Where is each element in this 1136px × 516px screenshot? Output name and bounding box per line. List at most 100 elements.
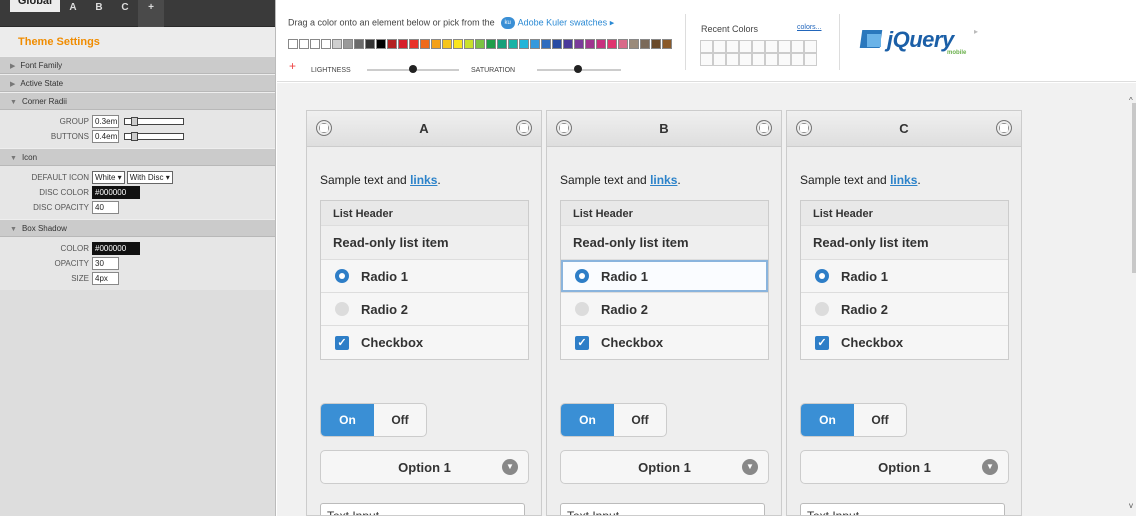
- color-swatch[interactable]: [420, 39, 430, 49]
- recent-color-slot[interactable]: [726, 53, 739, 66]
- color-swatch[interactable]: [453, 39, 463, 49]
- grid-icon[interactable]: [516, 120, 532, 136]
- text-input[interactable]: Text Input: [800, 503, 1005, 515]
- scroll-down-arrow-icon[interactable]: v: [1129, 501, 1133, 510]
- color-swatch[interactable]: [288, 39, 298, 49]
- color-swatch[interactable]: [321, 39, 331, 49]
- kuler-swatches-link[interactable]: Adobe Kuler swatches ▸: [518, 17, 615, 27]
- shadow-size-input[interactable]: 4px: [92, 272, 119, 285]
- color-swatch[interactable]: [486, 39, 496, 49]
- sample-link[interactable]: links: [650, 173, 677, 187]
- checkbox-item[interactable]: ✓ Checkbox: [801, 326, 1008, 359]
- flip-on-option[interactable]: On: [561, 404, 614, 436]
- recent-color-slot[interactable]: [739, 53, 752, 66]
- shadow-color-input[interactable]: #000000: [92, 242, 140, 255]
- recent-color-slot[interactable]: [752, 40, 765, 53]
- color-swatch[interactable]: [387, 39, 397, 49]
- recent-color-slot[interactable]: [778, 53, 791, 66]
- colors-link[interactable]: colors...: [797, 24, 822, 31]
- text-input[interactable]: Text Input: [320, 503, 525, 515]
- tab-global[interactable]: Global: [10, 0, 60, 12]
- radio-1-item[interactable]: Radio 1: [801, 260, 1008, 293]
- recent-color-slot[interactable]: [713, 40, 726, 53]
- flip-off-option[interactable]: Off: [614, 404, 666, 436]
- color-swatch[interactable]: [409, 39, 419, 49]
- flip-switch[interactable]: On Off: [800, 403, 907, 437]
- color-swatch[interactable]: [365, 39, 375, 49]
- color-swatch[interactable]: [508, 39, 518, 49]
- radio-1-item[interactable]: Radio 1: [561, 260, 768, 293]
- flip-off-option[interactable]: Off: [854, 404, 906, 436]
- recent-color-slot[interactable]: [739, 40, 752, 53]
- saturation-slider-handle[interactable]: [574, 65, 582, 73]
- radio-2-item[interactable]: Radio 2: [321, 293, 528, 326]
- option-select[interactable]: Option 1 ▼: [320, 450, 529, 484]
- disc-color-input[interactable]: #000000: [92, 186, 140, 199]
- recent-color-slot[interactable]: [726, 40, 739, 53]
- color-swatch[interactable]: [310, 39, 320, 49]
- color-swatch[interactable]: [398, 39, 408, 49]
- color-swatch[interactable]: [640, 39, 650, 49]
- recent-color-slot[interactable]: [713, 53, 726, 66]
- checkbox-item[interactable]: ✓ Checkbox: [321, 326, 528, 359]
- color-swatch[interactable]: [618, 39, 628, 49]
- tab-c[interactable]: C: [112, 0, 138, 27]
- tab-b[interactable]: B: [86, 0, 112, 27]
- recent-color-slot[interactable]: [791, 40, 804, 53]
- scrollbar-thumb[interactable]: [1132, 103, 1136, 273]
- color-swatch[interactable]: [530, 39, 540, 49]
- color-swatch[interactable]: [596, 39, 606, 49]
- color-swatch[interactable]: [354, 39, 364, 49]
- color-swatch[interactable]: [651, 39, 661, 49]
- recent-color-slot[interactable]: [804, 53, 817, 66]
- color-swatch[interactable]: [552, 39, 562, 49]
- sample-link[interactable]: links: [890, 173, 917, 187]
- buttons-radius-slider[interactable]: [124, 132, 184, 141]
- recent-color-slot[interactable]: [752, 53, 765, 66]
- recent-color-slot[interactable]: [765, 40, 778, 53]
- section-corner-radii[interactable]: ▼ Corner Radii: [0, 92, 275, 110]
- flip-switch[interactable]: On Off: [560, 403, 667, 437]
- option-select[interactable]: Option 1 ▼: [800, 450, 1009, 484]
- recent-color-slot[interactable]: [778, 40, 791, 53]
- color-swatch[interactable]: [574, 39, 584, 49]
- buttons-radius-input[interactable]: 0.4em: [92, 130, 119, 143]
- slider-handle[interactable]: [131, 117, 138, 126]
- tab-add[interactable]: +: [138, 0, 164, 27]
- radio-2-item[interactable]: Radio 2: [561, 293, 768, 326]
- recent-color-slot[interactable]: [700, 53, 713, 66]
- icon-disc-select[interactable]: With Disc ▾: [126, 171, 173, 184]
- color-swatch[interactable]: [299, 39, 309, 49]
- radio-2-item[interactable]: Radio 2: [801, 293, 1008, 326]
- option-select[interactable]: Option 1 ▼: [560, 450, 769, 484]
- recent-color-slot[interactable]: [700, 40, 713, 53]
- section-font-family[interactable]: ▶ Font Family: [0, 56, 275, 74]
- group-radius-slider[interactable]: [124, 117, 184, 126]
- section-box-shadow[interactable]: ▼ Box Shadow: [0, 219, 275, 237]
- color-swatch[interactable]: [662, 39, 672, 49]
- disc-opacity-input[interactable]: 40: [92, 201, 119, 214]
- sample-link[interactable]: links: [410, 173, 437, 187]
- radio-1-item[interactable]: Radio 1: [321, 260, 528, 293]
- color-swatch[interactable]: [431, 39, 441, 49]
- color-swatch[interactable]: [497, 39, 507, 49]
- group-radius-input[interactable]: 0.3em: [92, 115, 119, 128]
- color-swatch[interactable]: [541, 39, 551, 49]
- slider-handle[interactable]: [131, 132, 138, 141]
- tab-a[interactable]: A: [60, 0, 86, 27]
- color-swatch[interactable]: [563, 39, 573, 49]
- grid-icon[interactable]: [756, 120, 772, 136]
- recent-color-slot[interactable]: [804, 40, 817, 53]
- checkbox-item[interactable]: ✓ Checkbox: [561, 326, 768, 359]
- text-input[interactable]: Text Input: [560, 503, 765, 515]
- recent-color-slot[interactable]: [765, 53, 778, 66]
- color-swatch[interactable]: [629, 39, 639, 49]
- recent-color-slot[interactable]: [791, 53, 804, 66]
- color-swatch[interactable]: [585, 39, 595, 49]
- flip-off-option[interactable]: Off: [374, 404, 426, 436]
- shadow-opacity-input[interactable]: 30: [92, 257, 119, 270]
- section-icon[interactable]: ▼ Icon: [0, 148, 275, 166]
- color-swatch[interactable]: [519, 39, 529, 49]
- icon-color-select[interactable]: White ▾: [92, 171, 125, 184]
- color-swatch[interactable]: [475, 39, 485, 49]
